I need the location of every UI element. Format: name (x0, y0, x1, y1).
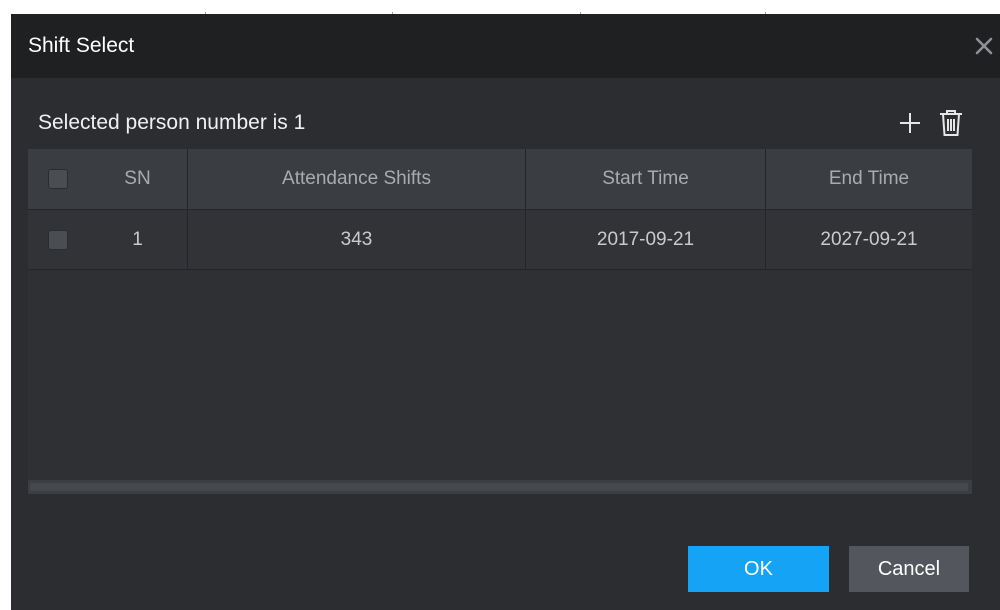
column-header-start-time[interactable]: Start Time (526, 149, 766, 209)
scrollbar-thumb[interactable] (30, 483, 968, 491)
dialog-titlebar: Shift Select (11, 14, 1000, 78)
column-header-attendance-shifts[interactable]: Attendance Shifts (188, 149, 526, 209)
header-checkbox-cell (28, 149, 88, 209)
shift-select-dialog: Shift Select Selected person number is 1 (11, 14, 1000, 610)
dialog-title: Shift Select (28, 34, 135, 57)
table-row[interactable]: 1 343 2017-09-21 2027-09-21 (28, 210, 972, 270)
row-checkbox-cell (28, 210, 88, 269)
cell-end-time: 2027-09-21 (820, 228, 918, 250)
select-all-checkbox[interactable] (48, 169, 68, 189)
row-checkbox[interactable] (48, 229, 68, 250)
close-icon[interactable] (970, 32, 998, 60)
horizontal-scrollbar[interactable] (28, 480, 972, 494)
column-header-sn[interactable]: SN (88, 149, 188, 209)
cell-sn: 1 (88, 210, 188, 269)
column-header-end-time[interactable]: End Time (766, 149, 972, 209)
selected-person-count: Selected person number is 1 (38, 111, 306, 134)
ok-button[interactable]: OK (688, 546, 829, 592)
table-header: SN Attendance Shifts Start Time End Time (28, 149, 972, 210)
shift-table: SN Attendance Shifts Start Time End Time… (28, 149, 972, 494)
plus-icon[interactable] (897, 110, 923, 136)
cell-attendance-shift: 343 (188, 210, 526, 269)
cancel-button[interactable]: Cancel (849, 546, 969, 592)
cell-start-time: 2017-09-21 (526, 210, 766, 269)
background-app-strip (0, 0, 1000, 14)
trash-icon[interactable] (937, 108, 965, 138)
